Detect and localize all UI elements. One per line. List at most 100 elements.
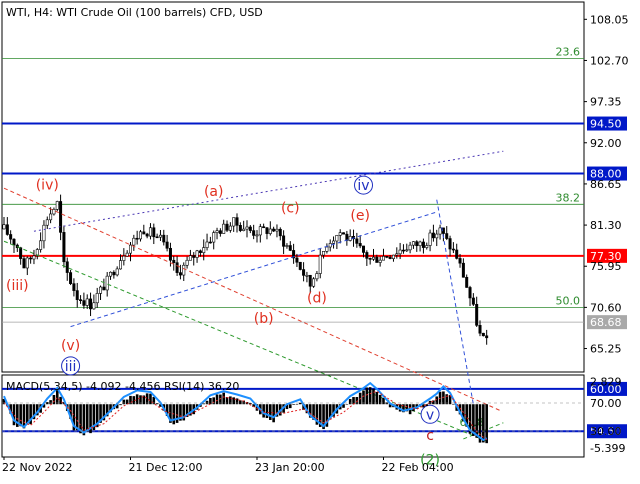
candle-body	[29, 257, 33, 260]
macd-histogram-bar	[375, 391, 379, 405]
candle-body	[418, 241, 422, 247]
candle-body	[122, 255, 126, 261]
candle-body	[288, 245, 292, 251]
candle-body	[391, 254, 395, 259]
candle-body	[411, 241, 415, 246]
price-tick-label: 65.25	[590, 343, 622, 356]
candle-body	[218, 230, 222, 234]
price-tick-label: 81.30	[590, 219, 622, 232]
chart-canvas: 23.694.5088.0038.277.3050.060.0054.5068.…	[1, 1, 629, 474]
wave-label: (iv)	[36, 177, 59, 193]
candle-body	[368, 258, 372, 260]
time-tick-label: 21 Dec 12:00	[128, 461, 202, 474]
candle-body	[212, 232, 216, 243]
fib-level-label: 38.2	[556, 191, 581, 204]
candle-body	[12, 238, 16, 246]
candle-body	[152, 227, 156, 238]
wave-label: (c)	[281, 200, 300, 216]
candle-body	[192, 255, 196, 258]
candle-body	[245, 226, 249, 230]
macd-histogram-bar	[348, 399, 352, 405]
candle-body	[128, 244, 132, 254]
candle-body	[59, 201, 63, 233]
time-tick-label: 22 Feb 04:00	[381, 461, 453, 474]
indicator-tick-label: 2.829	[590, 375, 622, 388]
candle-body	[461, 262, 465, 278]
wave-label: (iii)	[6, 278, 29, 294]
candle-body	[49, 213, 53, 221]
candle-body	[178, 272, 182, 276]
indicator-title: MACD(5,34,5) -4.092 -4.456 RSI(14) 36.20	[6, 380, 239, 393]
macd-histogram-bar	[368, 387, 372, 405]
candle-body	[105, 275, 109, 291]
trendline	[436, 199, 474, 405]
candle-body	[388, 257, 392, 259]
macd-histogram-bar	[209, 397, 212, 405]
candle-body	[421, 241, 425, 248]
candle-body	[308, 274, 312, 287]
candle-body	[295, 257, 299, 263]
macd-histogram-bar	[85, 404, 89, 432]
candle-body	[328, 243, 332, 248]
candle-body	[481, 332, 485, 337]
candle-body	[95, 293, 99, 304]
candle-body	[302, 269, 306, 276]
candle-body	[408, 244, 412, 251]
macd-histogram-bar	[269, 404, 272, 420]
candle-body	[232, 217, 236, 227]
candle-body	[182, 264, 186, 276]
wave-label: (v)	[61, 338, 80, 354]
candle-body	[69, 272, 73, 284]
candle-body	[142, 231, 146, 235]
candle-body	[381, 256, 385, 261]
candle-body	[371, 256, 375, 260]
candle-body	[305, 274, 309, 277]
candle-body	[278, 228, 282, 237]
candle-body	[195, 250, 199, 258]
candle-body	[255, 234, 259, 237]
macd-histogram-bar	[365, 387, 369, 405]
candle-body	[268, 228, 272, 234]
macd-histogram-bar	[19, 404, 22, 427]
macd-histogram-bar	[295, 404, 299, 405]
candle-body	[89, 298, 93, 310]
price-tick-label: 97.35	[590, 96, 622, 109]
candle-body	[325, 246, 329, 252]
candle-body	[112, 271, 116, 276]
macd-histogram-bar	[292, 404, 295, 405]
macd-histogram-bar	[288, 404, 292, 409]
candle-body	[342, 232, 346, 235]
candle-body	[79, 299, 83, 301]
candle-body	[468, 287, 472, 299]
wave-label: (e)	[350, 208, 370, 224]
candle-body	[125, 252, 129, 257]
wave-label: (b)	[254, 311, 274, 327]
candle-body	[262, 226, 266, 229]
candle-body	[25, 257, 29, 269]
candle-body	[272, 228, 276, 232]
indicator-tick-label: 70.00	[590, 397, 622, 410]
candle-body	[248, 226, 252, 231]
macd-histogram-bar	[452, 404, 455, 405]
candle-body	[438, 227, 442, 235]
price-tick-label: 108.05	[590, 13, 629, 26]
candle-body	[155, 236, 159, 239]
candle-body	[39, 240, 43, 250]
macd-histogram-bar	[372, 388, 375, 405]
macd-histogram-bar	[362, 390, 365, 405]
macd-histogram-bar	[155, 403, 159, 405]
candle-body	[225, 223, 229, 231]
candle-body	[405, 249, 409, 252]
candle-body	[2, 224, 6, 230]
candle-body	[222, 223, 226, 234]
price-tick-label: 70.60	[590, 301, 622, 314]
wave-label: (d)	[307, 290, 327, 306]
candle-body	[5, 224, 9, 235]
candle-body	[135, 237, 139, 240]
candle-body	[451, 248, 455, 251]
candle-body	[435, 233, 439, 239]
candle-body	[475, 304, 479, 326]
macd-histogram-bar	[75, 404, 79, 431]
macd-histogram-bar	[298, 402, 302, 405]
candle-body	[85, 298, 89, 306]
